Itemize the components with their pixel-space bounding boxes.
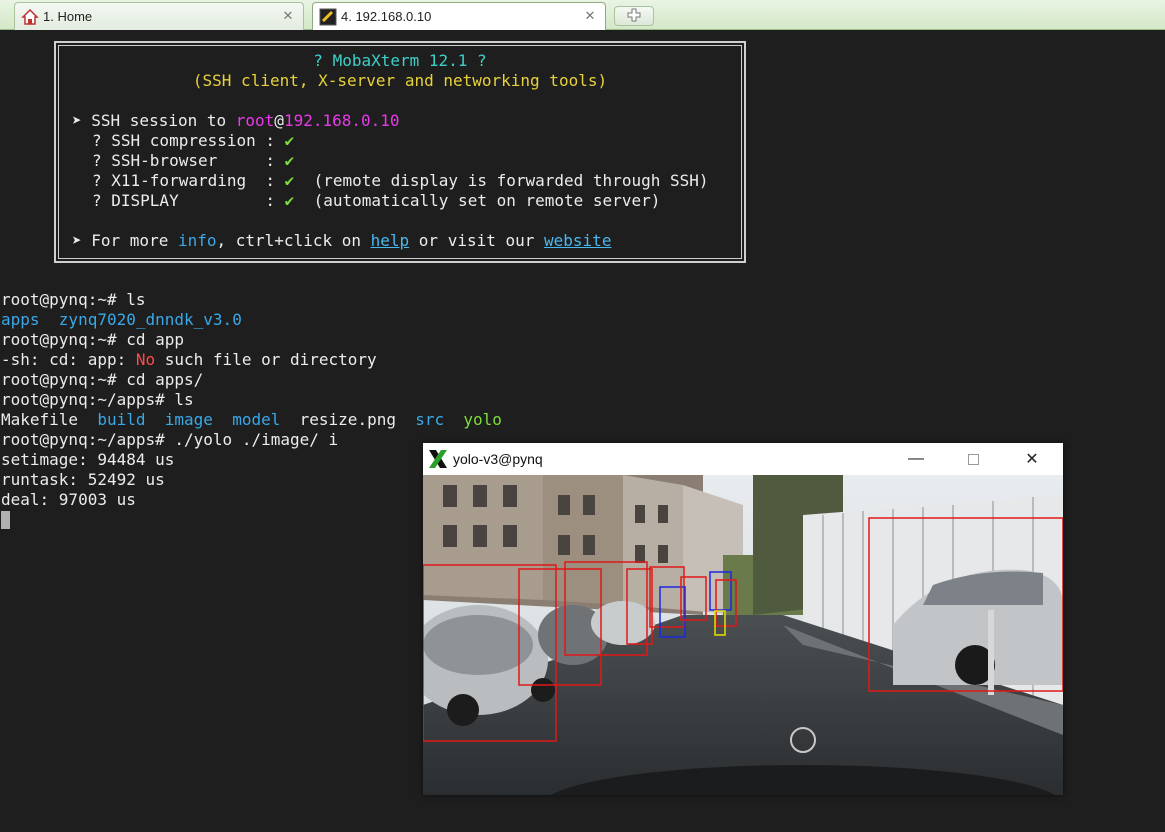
terminal-icon <box>319 8 337 26</box>
banner-subtitle: (SSH client, X-server and networking too… <box>192 71 608 90</box>
minimize-button[interactable]: — <box>893 443 939 475</box>
terminal-line: root@pynq:~# cd app <box>1 330 185 349</box>
feature-line: ? DISPLAY : ✔ (automatically set on remo… <box>92 191 661 210</box>
welcome-banner: ? MobaXterm 12.1 ? (SSH client, X-server… <box>54 41 746 263</box>
terminal-line: deal: 97003 us <box>1 490 136 509</box>
terminal-cursor <box>1 511 10 529</box>
terminal-line: runtask: 52492 us <box>1 470 165 489</box>
minimize-icon: — <box>908 450 924 467</box>
tab-label: 4. 192.168.0.10 <box>341 9 432 24</box>
terminal-line: Makefile build image model resize.png sr… <box>1 410 502 429</box>
plus-icon <box>627 7 641 26</box>
feature-line: ? X11-forwarding : ✔ (remote display is … <box>92 171 709 190</box>
window-title: yolo-v3@pynq <box>453 451 543 467</box>
maximize-button[interactable] <box>950 443 996 475</box>
terminal-line: root@pynq:~/apps# ls <box>1 390 194 409</box>
banner-more-line: ➤ For more info, ctrl+click on help or v… <box>72 231 612 250</box>
terminal-line: -sh: cd: app: No such file or directory <box>1 350 377 369</box>
terminal-line: root@pynq:~# ls <box>1 290 146 309</box>
x11-window[interactable]: yolo-v3@pynq — ✕ <box>423 443 1063 795</box>
terminal-line: apps zynq7020_dnndk_v3.0 <box>1 310 242 329</box>
banner-session-line: ➤ SSH session to root@192.168.0.10 <box>72 111 400 130</box>
tab-bar: 1. Home ✕ 4. 192.168.0.10 ✕ <box>0 0 1165 30</box>
feature-line: ? SSH compression : ✔ <box>92 131 295 150</box>
terminal-line: setimage: 94484 us <box>1 450 175 469</box>
new-tab-button[interactable] <box>614 6 654 26</box>
terminal-line: root@pynq:~/apps# ./yolo ./image/ i <box>1 430 339 449</box>
terminal-line: root@pynq:~# cd apps/ <box>1 370 204 389</box>
tab-home[interactable]: 1. Home ✕ <box>14 2 304 30</box>
close-icon[interactable]: ✕ <box>281 9 295 23</box>
website-link[interactable]: website <box>544 231 611 250</box>
help-link[interactable]: help <box>371 231 410 250</box>
home-icon <box>21 8 39 26</box>
x-logo-icon <box>427 448 449 470</box>
detection-image <box>423 475 1063 795</box>
banner-title: ? MobaXterm 12.1 ? <box>313 51 487 70</box>
close-icon[interactable]: ✕ <box>583 9 597 23</box>
info-link[interactable]: info <box>178 231 217 250</box>
maximize-icon <box>967 453 979 465</box>
tab-label: 1. Home <box>43 9 93 24</box>
feature-line: ? SSH-browser : ✔ <box>92 151 295 170</box>
tab-session[interactable]: 4. 192.168.0.10 ✕ <box>312 2 606 30</box>
close-icon: ✕ <box>1025 451 1039 468</box>
window-titlebar[interactable]: yolo-v3@pynq — ✕ <box>423 443 1063 475</box>
close-button[interactable]: ✕ <box>1009 443 1055 475</box>
